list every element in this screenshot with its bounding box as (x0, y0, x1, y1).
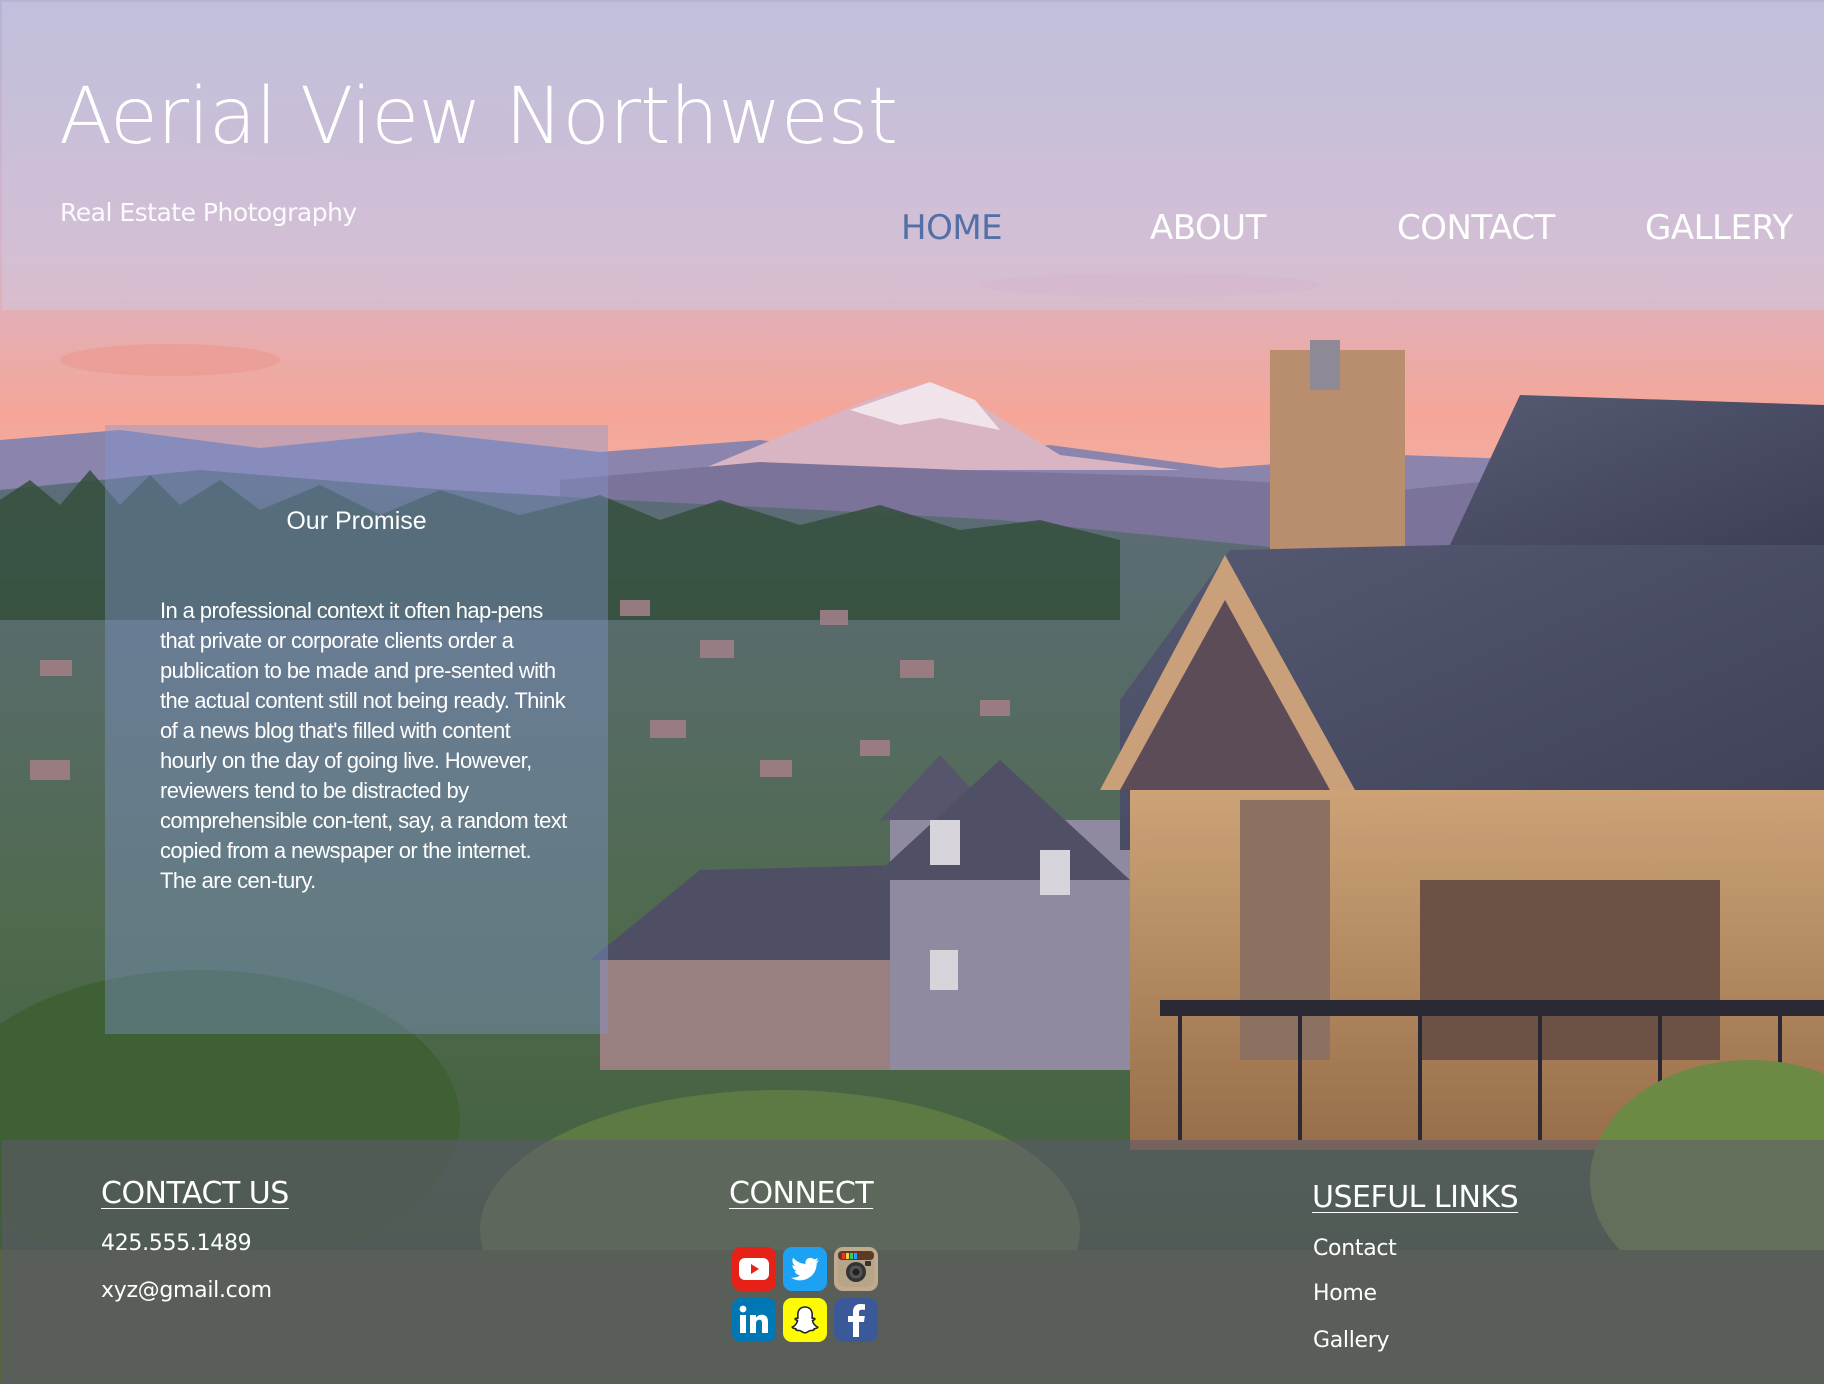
footer-link-home[interactable]: Home (1313, 1281, 1377, 1306)
contact-phone[interactable]: 425.555.1489 (101, 1231, 252, 1256)
site-footer: CONTACT US 425.555.1489 xyz@gmail.com CO… (2, 1140, 1824, 1384)
nav-gallery-link[interactable]: GALLERY (1645, 208, 1793, 248)
contact-us-heading: CONTACT US (101, 1176, 289, 1211)
site-subtitle: Real Estate Photography (60, 198, 357, 227)
connect-heading: CONNECT (729, 1176, 874, 1211)
promise-title: Our Promise (286, 507, 427, 535)
instagram-icon[interactable] (834, 1247, 878, 1291)
promise-card: Our Promise In a professional context it… (105, 425, 608, 1034)
social-icons (732, 1247, 880, 1343)
nav-home-link[interactable]: HOME (901, 208, 1003, 248)
promise-body: In a professional context it often hap-p… (160, 598, 567, 893)
nav-contact-link[interactable]: CONTACT (1397, 208, 1555, 248)
site-header: Aerial View Northwest Real Estate Photog… (2, 2, 1824, 310)
linkedin-icon[interactable] (732, 1298, 776, 1342)
site-title[interactable]: Aerial View Northwest (59, 72, 898, 162)
useful-links-heading: USEFUL LINKS (1312, 1180, 1519, 1215)
facebook-icon[interactable] (834, 1298, 878, 1342)
footer-link-contact[interactable]: Contact (1313, 1236, 1397, 1261)
nav-about-link[interactable]: ABOUT (1150, 208, 1266, 248)
footer-link-gallery[interactable]: Gallery (1313, 1328, 1390, 1353)
contact-email[interactable]: xyz@gmail.com (101, 1278, 272, 1303)
twitter-icon[interactable] (783, 1247, 827, 1291)
snapchat-icon[interactable] (783, 1298, 827, 1342)
youtube-icon[interactable] (732, 1247, 776, 1291)
